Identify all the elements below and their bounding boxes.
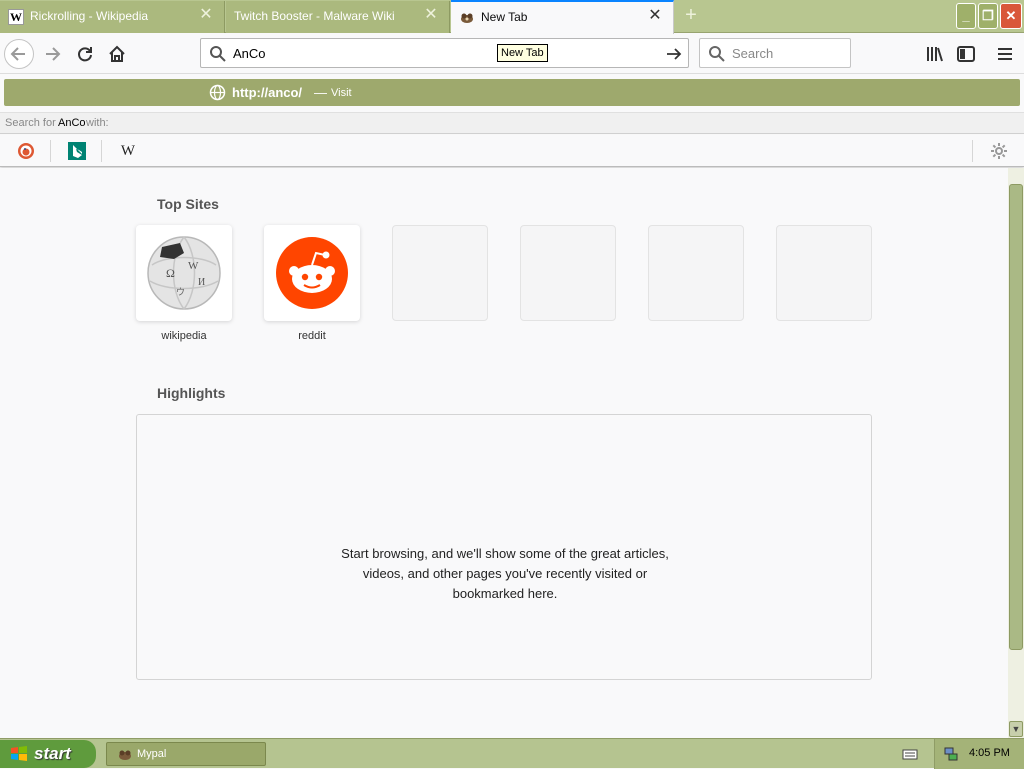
- close-tab-icon[interactable]: ✕: [198, 7, 214, 23]
- duckduckgo-icon[interactable]: [17, 142, 35, 160]
- engine-separator: [101, 140, 102, 162]
- home-button[interactable]: [102, 39, 132, 69]
- tab-strip: W Rickrolling - Wikipedia ✕ Twitch Boost…: [0, 0, 1024, 34]
- keyboard-icon[interactable]: [902, 746, 918, 762]
- top-site-wikipedia[interactable]: Ω W И ウ: [136, 225, 232, 321]
- top-site-empty-slot: [776, 225, 872, 321]
- taskbar-item-mypal[interactable]: Mypal: [106, 742, 266, 766]
- top-site-empty-slot: [392, 225, 488, 321]
- taskbar: start Mypal 4:05 PM: [0, 738, 1024, 769]
- minimize-button[interactable]: _: [956, 3, 976, 29]
- clock: 4:05 PM: [969, 747, 1010, 759]
- empty-message-line: videos, and other pages you've recently …: [362, 566, 648, 581]
- sidebar-icon[interactable]: [956, 44, 976, 64]
- globe-icon: [209, 84, 226, 101]
- network-icon[interactable]: [943, 746, 959, 762]
- back-arrow-icon: [10, 47, 25, 61]
- tab-new-tab[interactable]: New Tab ✕: [451, 0, 674, 34]
- search-for-prefix: Search for: [5, 117, 56, 129]
- scroll-down-arrow-icon[interactable]: ▼: [1009, 721, 1023, 737]
- new-tab-button[interactable]: +: [680, 4, 702, 28]
- top-site-reddit[interactable]: [264, 225, 360, 321]
- back-button[interactable]: [4, 39, 34, 69]
- empty-message-line: Start browsing, and we'll show some of t…: [341, 546, 669, 561]
- svg-text:И: И: [198, 277, 205, 288]
- new-tab-page: Top Sites Ω W И ウ wikipedia reddit Highl…: [0, 168, 1008, 738]
- wikipedia-icon: W: [8, 9, 24, 25]
- visit-separator: —: [314, 85, 327, 100]
- url-input-value[interactable]: AnCo: [233, 46, 266, 61]
- engine-separator: [972, 140, 973, 162]
- taskbar-item-label: Mypal: [137, 748, 167, 760]
- bing-icon[interactable]: [68, 142, 86, 160]
- tab-rickrolling[interactable]: W Rickrolling - Wikipedia ✕: [0, 1, 225, 33]
- forward-arrow-icon: [46, 47, 61, 61]
- tab-title: Rickrolling - Wikipedia: [30, 9, 149, 23]
- windows-logo-icon: [11, 746, 27, 761]
- gear-icon[interactable]: [990, 142, 1008, 160]
- forward-button[interactable]: [38, 39, 68, 69]
- tooltip: New Tab: [497, 44, 548, 62]
- reload-icon: [78, 47, 92, 62]
- svg-text:W: W: [188, 260, 199, 272]
- window-close-button[interactable]: ✕: [1000, 3, 1022, 29]
- top-site-label: wikipedia: [161, 330, 207, 342]
- top-site-empty-slot: [520, 225, 616, 321]
- top-site-empty-slot: [648, 225, 744, 321]
- url-suggestion-visit[interactable]: http://anco/ — Visit: [4, 79, 1020, 106]
- scrollbar-thumb[interactable]: [1009, 184, 1023, 650]
- search-for-row: Search for AnCo with:: [0, 112, 1024, 134]
- visit-label: Visit: [331, 87, 352, 99]
- start-label: start: [34, 744, 71, 763]
- svg-text:ウ: ウ: [176, 287, 185, 297]
- search-bar[interactable]: Search: [699, 38, 851, 68]
- hamburger-menu-icon[interactable]: [995, 44, 1015, 64]
- empty-message-line: bookmarked here.: [452, 586, 558, 601]
- reddit-icon: [276, 237, 348, 309]
- top-site-label: reddit: [298, 330, 326, 342]
- search-engines-row: W: [0, 135, 1024, 167]
- highlights-title: Highlights: [157, 385, 226, 401]
- start-button[interactable]: start: [0, 740, 96, 768]
- home-icon: [109, 45, 125, 62]
- search-for-suffix: with:: [86, 117, 109, 129]
- highlights-empty-message: Start browsing, and we'll show some of t…: [327, 544, 683, 604]
- url-bar[interactable]: AnCo: [200, 38, 689, 68]
- mypal-icon: [119, 750, 131, 760]
- tab-twitch-booster[interactable]: Twitch Booster - Malware Wiki ✕: [226, 1, 450, 33]
- mypal-icon: [461, 13, 473, 23]
- search-for-query: AnCo: [58, 117, 86, 129]
- close-tab-icon[interactable]: ✕: [647, 8, 663, 24]
- system-tray: 4:05 PM: [934, 739, 1024, 769]
- svg-text:Ω: Ω: [166, 266, 175, 280]
- top-sites-title: Top Sites: [157, 196, 219, 212]
- highlights-empty-state: Start browsing, and we'll show some of t…: [136, 414, 872, 680]
- navigation-toolbar: AnCo New Tab Search: [0, 34, 1024, 74]
- search-icon: [709, 46, 725, 62]
- tab-title: Twitch Booster - Malware Wiki: [234, 9, 395, 23]
- visit-url: http://anco/: [232, 85, 303, 100]
- close-tab-icon[interactable]: ✕: [423, 7, 439, 23]
- tab-title: New Tab: [481, 10, 528, 24]
- library-icon[interactable]: [925, 44, 945, 64]
- wikipedia-icon[interactable]: W: [119, 142, 137, 160]
- wikipedia-globe-icon: Ω W И ウ: [147, 236, 221, 310]
- restore-button[interactable]: ❐: [978, 3, 998, 29]
- engine-separator: [50, 140, 51, 162]
- go-arrow-icon[interactable]: [665, 45, 683, 63]
- vertical-scrollbar[interactable]: ▼: [1008, 168, 1024, 738]
- search-placeholder[interactable]: Search: [732, 46, 773, 61]
- search-icon: [210, 46, 226, 62]
- reload-button[interactable]: [70, 39, 100, 69]
